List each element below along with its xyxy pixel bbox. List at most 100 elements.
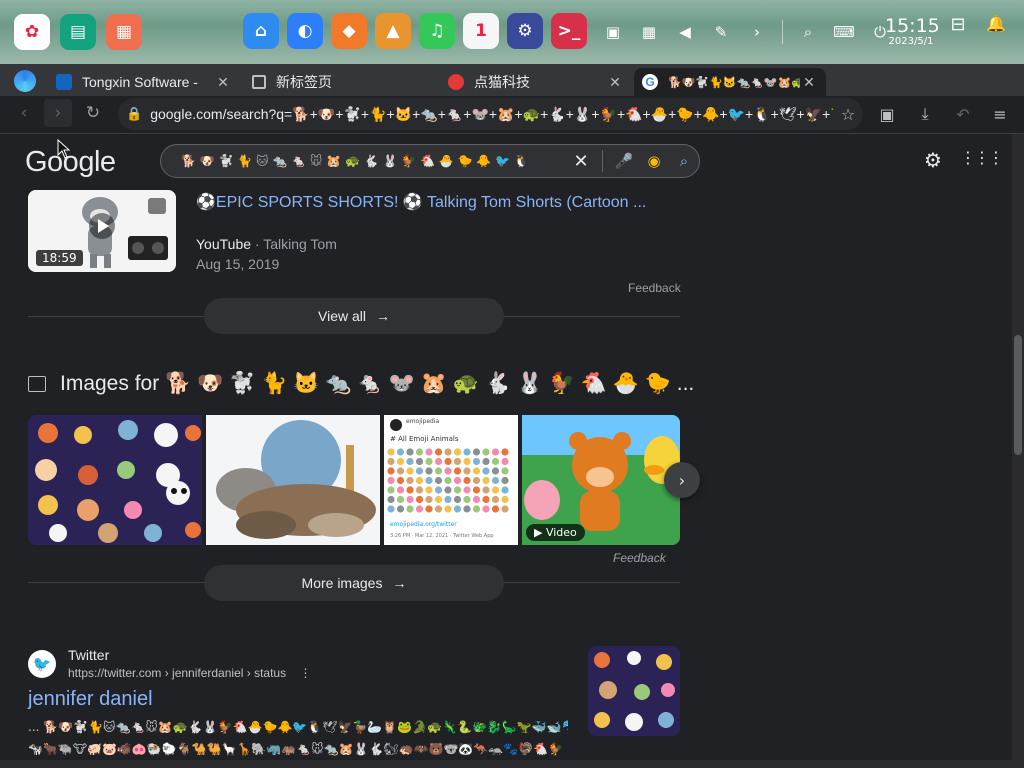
emoji-dot (482, 467, 490, 475)
extensions-icon[interactable]: ▣ (872, 99, 902, 129)
emoji-dot (415, 495, 424, 504)
feedback-link[interactable]: Feedback (613, 551, 666, 565)
scrollbar-thumb[interactable] (1014, 335, 1022, 455)
lock-icon: 🔒 (126, 106, 143, 122)
menu-icon[interactable]: ≡ (985, 99, 1015, 129)
result-url: https://twitter.com › jenniferdaniel › s… (68, 666, 311, 680)
settings-gear-icon[interactable]: ⚙ (924, 148, 942, 172)
store-bag-icon[interactable]: ◆ (331, 13, 367, 49)
tab-new-tab[interactable]: 新标签页 (244, 68, 436, 96)
notification-bell-icon[interactable]: 🔔 (982, 14, 1010, 35)
images-heading[interactable]: Images for 🐕 🐶 🐩 🐈 🐱 🐀 🐁 🐭 🐹 🐢 🐇 🐰 🐓 🐔 🐣… (60, 372, 694, 396)
terminal-manager-icon[interactable]: ▤ (60, 14, 96, 50)
emoji-dot (396, 486, 405, 494)
file-manager-icon[interactable]: ⌂ (243, 13, 279, 49)
more-options-icon[interactable]: ⋮ (299, 666, 311, 680)
image-result-video[interactable]: ▶ Video (522, 415, 680, 545)
result-title-link[interactable]: jennifer daniel (28, 688, 153, 711)
emoji-dot (444, 505, 452, 513)
reload-button[interactable]: ↻ (79, 99, 107, 127)
emoji-dot (472, 486, 481, 494)
screenshot-icon[interactable]: ▣ (598, 17, 628, 47)
download-icon[interactable]: ⤓ (910, 99, 940, 129)
forward-button[interactable]: › (44, 99, 72, 127)
close-icon[interactable]: ✕ (606, 74, 624, 91)
emoji-dot (482, 476, 490, 485)
emoji-dot (415, 457, 424, 466)
video-thumbnail[interactable]: 18:59 (28, 190, 176, 272)
clock-date: 2023/5/1 (888, 36, 934, 47)
google-favicon-icon: G (642, 74, 658, 90)
emoji-dot (444, 467, 452, 475)
mouse-cursor-icon (57, 139, 71, 159)
clock[interactable]: 15:15 2023/5/1 (885, 16, 940, 48)
header-icons: ⚙ ⋮⋮⋮ (924, 148, 1004, 172)
music-icon[interactable]: ♫ (419, 13, 455, 49)
ime-icon[interactable]: ⌨ (829, 17, 859, 47)
back-button[interactable]: ‹ (10, 99, 38, 127)
emoji-dot (396, 495, 405, 504)
view-all-button[interactable]: View all → (204, 298, 504, 334)
calendar-icon[interactable]: 1 (463, 13, 499, 49)
more-options-icon[interactable]: ⋮ (656, 376, 671, 394)
video-platform: YouTube (196, 236, 252, 252)
emoji-dot (444, 495, 452, 504)
image-result-1[interactable] (28, 415, 202, 545)
emoji-dot (501, 448, 509, 456)
tab-tongxin[interactable]: Tongxin Software - ✕ (48, 68, 240, 96)
volume-icon[interactable]: ◀ (670, 17, 700, 47)
emoji-dot (425, 486, 433, 494)
search-icon[interactable]: ⌕ (793, 17, 823, 47)
microphone-icon[interactable]: 🎤 (609, 152, 639, 170)
feedback-link[interactable]: Feedback (628, 281, 681, 295)
tab-google-search[interactable]: G 🐕🐶🐩🐈🐱🐀🐁🐭🐹🐢🐇🐰🐓🐔🐣🐤🐥 ✕ (634, 68, 826, 96)
horizontal-scrollbar[interactable] (0, 760, 1012, 768)
emoji-dot (472, 448, 481, 456)
emoji-dot (463, 448, 471, 456)
bookmark-star-icon[interactable]: ☆ (833, 105, 863, 124)
trash-icon[interactable]: ⊟ (944, 14, 972, 35)
browser-menu-icon[interactable] (14, 70, 36, 92)
undo-icon[interactable]: ↶ (948, 99, 978, 129)
emoji-dot (425, 505, 433, 513)
emoji-dot (482, 486, 490, 494)
app-store-icon[interactable]: ▦ (106, 14, 142, 50)
result-thumbnail[interactable] (588, 646, 680, 736)
address-bar[interactable]: 🔒 google.com/search?q=🐕+🐶+🐩+🐈+🐱+🐀+🐁+🐭+🐹+… (118, 98, 863, 130)
camera-lens-icon[interactable]: ◉ (639, 152, 669, 170)
keyboard-icon[interactable]: ▦ (634, 17, 664, 47)
tongxin-favicon-icon (56, 74, 72, 90)
tab-diannao[interactable]: 点猫科技 ✕ (440, 68, 632, 96)
next-images-button[interactable]: › (664, 462, 700, 498)
browser-icon[interactable]: ◐ (287, 13, 323, 49)
apps-grid-icon[interactable]: ⋮⋮⋮ (960, 148, 1004, 172)
settings-icon[interactable]: ⚙ (507, 13, 543, 49)
image-result-3[interactable]: emojipedia # All Emoji Animals emojipedi… (384, 415, 518, 545)
launcher-icon[interactable]: ✿ (14, 14, 50, 50)
pen-icon[interactable]: ✎ (706, 17, 736, 47)
emoji-dot (415, 486, 424, 494)
clear-icon[interactable]: ✕ (566, 151, 596, 172)
emoji-dot (463, 495, 471, 504)
video-title-link[interactable]: ⚽️EPIC SPORTS SHORTS! ⚽️ Talking Tom Sho… (196, 192, 646, 212)
search-icon[interactable]: ⌕ (669, 152, 699, 170)
emoji-dot (453, 505, 462, 513)
emoji-dot (387, 448, 395, 456)
image-result-2[interactable] (206, 415, 380, 545)
terminal-icon[interactable]: >_ (551, 13, 587, 49)
chevron-right-icon[interactable]: › (742, 17, 772, 47)
photos-icon[interactable]: ▲ (375, 13, 411, 49)
search-query[interactable]: 🐕 🐶 🐩 🐈 🐱 🐀 🐁 🐭 🐹 🐢 🐇 🐰 🐓 🐔 🐣 🐤 🐥 🐦 🐧 (181, 154, 566, 168)
emoji-dot (396, 476, 405, 485)
emoji-dot (434, 486, 443, 494)
more-images-button[interactable]: More images → (204, 565, 504, 601)
system-tray: ▣ ▦ ◀ ✎ › ⌕ ⌨ ⏻ (598, 14, 895, 50)
close-icon[interactable]: ✕ (214, 74, 232, 91)
emoji-dot (491, 505, 500, 513)
emoji-dot (444, 457, 452, 466)
emoji-dot (472, 476, 481, 485)
search-box[interactable]: 🐕 🐶 🐩 🐈 🐱 🐀 🐁 🐭 🐹 🐢 🐇 🐰 🐓 🐔 🐣 🐤 🐥 🐦 🐧 ✕ … (160, 144, 700, 178)
emoji-dot (434, 495, 443, 504)
video-channel: Talking Tom (263, 236, 337, 252)
close-icon[interactable]: ✕ (800, 74, 818, 91)
